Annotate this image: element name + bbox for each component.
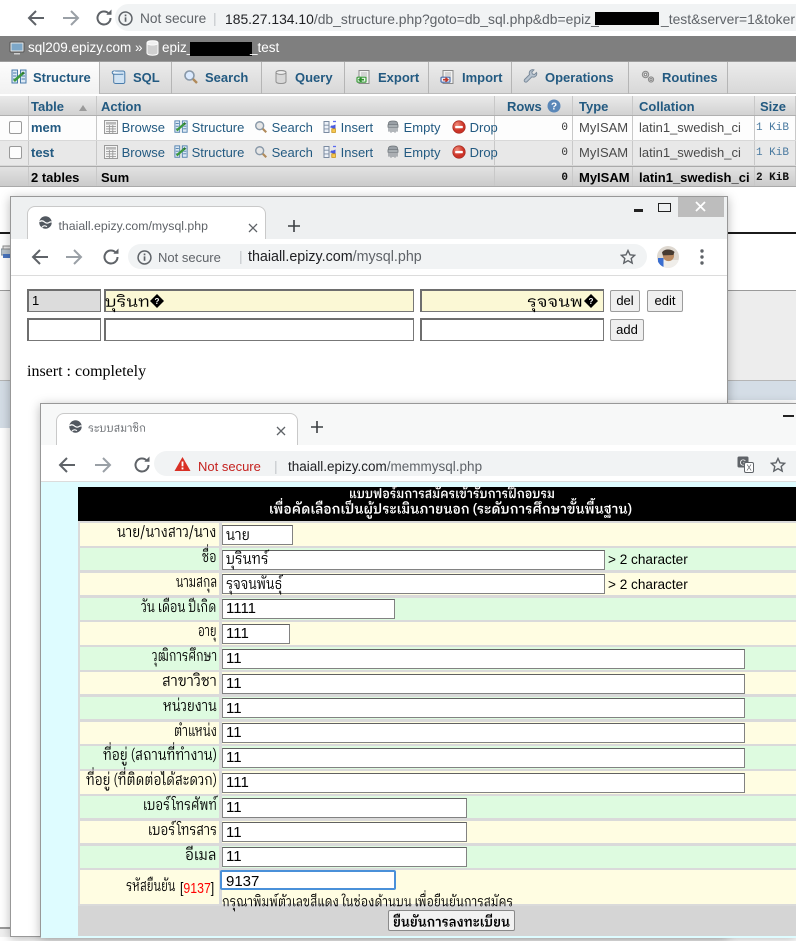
- svg-text:?: ?: [589, 297, 594, 306]
- svg-text:?: ?: [154, 297, 159, 306]
